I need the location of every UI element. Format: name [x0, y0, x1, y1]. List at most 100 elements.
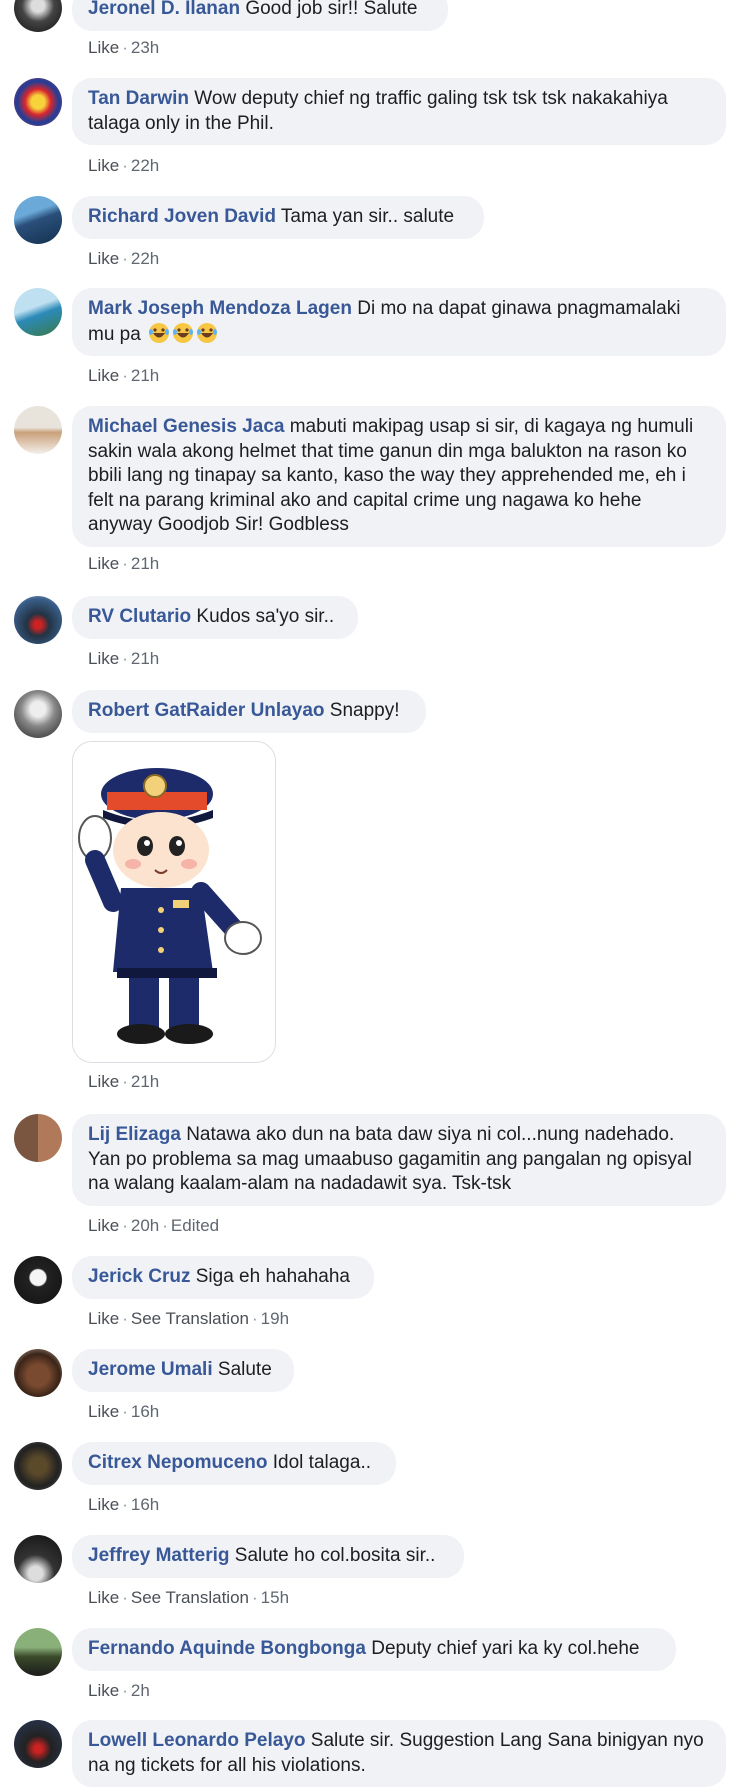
timestamp[interactable]: 22h: [131, 156, 159, 175]
comment-bubble: RV Clutario Kudos sa'yo sir..: [72, 596, 358, 639]
timestamp[interactable]: 16h: [131, 1402, 159, 1421]
separator: ·: [122, 649, 128, 668]
comment-actions: Like · 21h: [88, 554, 159, 574]
timestamp[interactable]: 19h: [261, 1309, 289, 1328]
timestamp[interactable]: 15h: [261, 1588, 289, 1607]
timestamp[interactable]: 21h: [131, 554, 159, 573]
comment-actions: Like · 21h: [88, 366, 159, 386]
timestamp[interactable]: 21h: [131, 366, 159, 385]
comment-feed: Jeronel D. Ilanan Good job sir!! Salute …: [0, 0, 750, 1792]
laughing-emoji-icon: [194, 322, 218, 345]
commenter-name[interactable]: Tan Darwin: [88, 88, 189, 109]
comment-actions: Like · 22h: [88, 249, 159, 269]
avatar[interactable]: [14, 1442, 62, 1490]
separator: ·: [122, 554, 128, 573]
like-button[interactable]: Like: [88, 649, 119, 668]
separator: ·: [122, 1216, 128, 1235]
like-button[interactable]: Like: [88, 1681, 119, 1700]
separator: ·: [122, 1402, 128, 1421]
avatar[interactable]: [14, 1114, 62, 1162]
avatar[interactable]: [14, 0, 62, 32]
laughing-emoji-icon: [170, 322, 194, 345]
commenter-name[interactable]: Lij Elizaga: [88, 1124, 181, 1145]
commenter-name[interactable]: Fernando Aquinde Bongbonga: [88, 1638, 366, 1659]
see-translation-link[interactable]: See Translation: [131, 1588, 249, 1607]
comment-actions: Like · 21h: [88, 649, 159, 669]
comment-text: Kudos sa'yo sir..: [196, 606, 335, 627]
timestamp[interactable]: 20h: [131, 1216, 159, 1235]
commenter-name[interactable]: Jeffrey Matterig: [88, 1545, 230, 1566]
laughing-emoji-icon: [146, 322, 170, 345]
commenter-name[interactable]: Lowell Leonardo Pelayo: [88, 1730, 306, 1751]
like-button[interactable]: Like: [88, 1588, 119, 1607]
like-button[interactable]: Like: [88, 156, 119, 175]
timestamp[interactable]: 2h: [131, 1681, 150, 1700]
commenter-name[interactable]: Jerome Umali: [88, 1359, 213, 1380]
timestamp[interactable]: 21h: [131, 1072, 159, 1091]
commenter-name[interactable]: RV Clutario: [88, 606, 191, 627]
commenter-name[interactable]: Mark Joseph Mendoza Lagen: [88, 298, 352, 319]
comment-actions: Like · 16h: [88, 1402, 159, 1422]
comment-actions: Like · 2h: [88, 1681, 150, 1701]
avatar[interactable]: [14, 406, 62, 454]
avatar[interactable]: [14, 1720, 62, 1768]
commenter-name[interactable]: Michael Genesis Jaca: [88, 416, 284, 437]
like-button[interactable]: Like: [88, 366, 119, 385]
avatar[interactable]: [14, 1535, 62, 1583]
separator: ·: [122, 38, 128, 57]
avatar[interactable]: [14, 596, 62, 644]
separator: ·: [122, 249, 128, 268]
comment-bubble: Jeronel D. Ilanan Good job sir!! Salute: [72, 0, 448, 31]
comment-actions: Like · 21h: [88, 1072, 159, 1092]
see-translation-link[interactable]: See Translation: [131, 1309, 249, 1328]
separator: ·: [162, 1216, 168, 1235]
avatar[interactable]: [14, 690, 62, 738]
commenter-name[interactable]: Citrex Nepomuceno: [88, 1452, 267, 1473]
timestamp[interactable]: 22h: [131, 249, 159, 268]
comment-text: Snappy!: [329, 700, 400, 721]
commenter-name[interactable]: Robert GatRaider Unlayao: [88, 700, 325, 721]
separator: ·: [122, 1495, 128, 1514]
comment-text: Idol talaga..: [272, 1452, 372, 1473]
separator: ·: [252, 1588, 258, 1607]
avatar[interactable]: [14, 288, 62, 336]
comment-actions: Like · 20h · Edited: [88, 1216, 219, 1236]
like-button[interactable]: Like: [88, 1402, 119, 1421]
avatar[interactable]: [14, 1628, 62, 1676]
timestamp[interactable]: 23h: [131, 38, 159, 57]
like-button[interactable]: Like: [88, 1309, 119, 1328]
like-button[interactable]: Like: [88, 554, 119, 573]
commenter-name[interactable]: Richard Joven David: [88, 206, 276, 227]
separator: ·: [122, 1309, 128, 1328]
like-button[interactable]: Like: [88, 38, 119, 57]
comment-bubble: Jerome Umali Salute: [72, 1349, 294, 1392]
comment-bubble: Citrex Nepomuceno Idol talaga..: [72, 1442, 396, 1485]
like-button[interactable]: Like: [88, 1216, 119, 1235]
separator: ·: [122, 1588, 128, 1607]
comment-bubble: Robert GatRaider Unlayao Snappy!: [72, 690, 426, 733]
comment-actions: Like · 22h: [88, 156, 159, 176]
timestamp[interactable]: 21h: [131, 649, 159, 668]
edited-label: Edited: [170, 1216, 220, 1235]
comment-text: Tama yan sir.. salute: [280, 206, 455, 227]
comment-bubble: Jeffrey Matterig Salute ho col.bosita si…: [72, 1535, 464, 1578]
commenter-name[interactable]: Jerick Cruz: [88, 1266, 190, 1287]
timestamp[interactable]: 16h: [131, 1495, 159, 1514]
police-salute-sticker[interactable]: [72, 741, 276, 1063]
comment-text: Good job sir!! Salute: [245, 0, 418, 19]
comment-bubble: Tan Darwin Wow deputy chief ng traffic g…: [72, 78, 726, 145]
separator: ·: [122, 1072, 128, 1091]
like-button[interactable]: Like: [88, 1072, 119, 1091]
avatar[interactable]: [14, 1349, 62, 1397]
comment-bubble: Lowell Leonardo Pelayo Salute sir. Sugge…: [72, 1720, 726, 1787]
comment-text: Siga eh hahahaha: [195, 1266, 350, 1287]
comment-actions: Like · See Translation · 19h: [88, 1309, 289, 1329]
comment-bubble: Michael Genesis Jaca mabuti makipag usap…: [72, 406, 726, 547]
avatar[interactable]: [14, 196, 62, 244]
like-button[interactable]: Like: [88, 249, 119, 268]
like-button[interactable]: Like: [88, 1495, 119, 1514]
commenter-name[interactable]: Jeronel D. Ilanan: [88, 0, 240, 19]
avatar[interactable]: [14, 1256, 62, 1304]
avatar[interactable]: [14, 78, 62, 126]
comment-bubble: Mark Joseph Mendoza Lagen Di mo na dapat…: [72, 288, 726, 356]
